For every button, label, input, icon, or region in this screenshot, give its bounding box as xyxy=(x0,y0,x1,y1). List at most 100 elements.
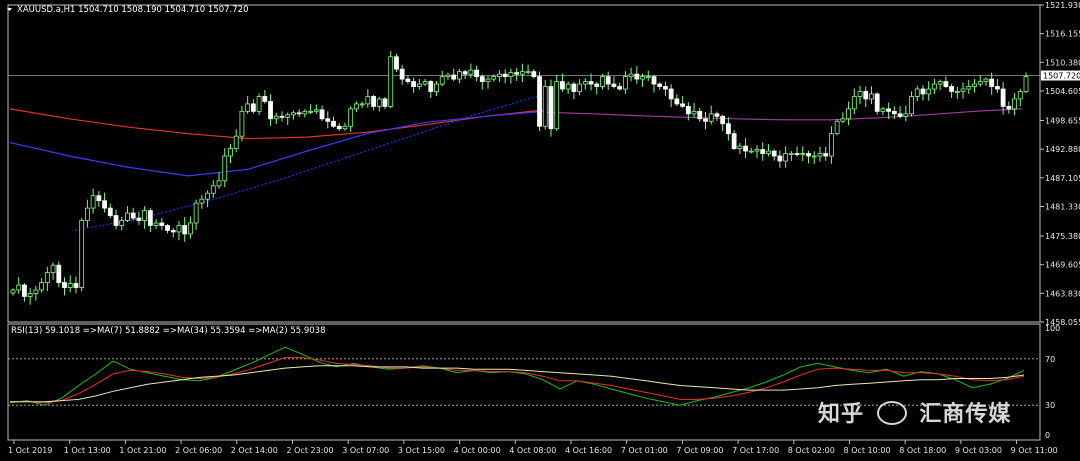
symbol-header: XAUUSD.a,H1 1504.710 1508.190 1504.710 1… xyxy=(17,5,248,15)
candle xyxy=(474,65,479,82)
candle xyxy=(56,261,62,288)
candle xyxy=(434,81,439,96)
x-tick-label: 1 Oct 13:00 xyxy=(64,446,111,455)
candle xyxy=(537,71,542,132)
y-tick-label: 1487.105 xyxy=(1045,174,1080,183)
candle xyxy=(205,190,210,208)
candle xyxy=(497,70,502,82)
chart-frame xyxy=(7,4,1041,441)
candle xyxy=(617,82,623,91)
candle xyxy=(382,96,388,110)
x-tick-label: 4 Oct 00:00 xyxy=(454,446,501,455)
candle xyxy=(182,217,188,242)
candle xyxy=(130,207,136,221)
candle xyxy=(519,63,525,83)
candle xyxy=(479,74,485,90)
y-tick-label: 1504.605 xyxy=(1045,87,1080,96)
candle xyxy=(743,138,748,159)
candle xyxy=(159,218,165,230)
candle xyxy=(233,129,239,153)
candle xyxy=(113,209,119,230)
candle xyxy=(457,68,462,84)
candle xyxy=(445,72,451,81)
headers: XAUUSD.a,H1 1504.710 1508.190 1504.710 1… xyxy=(7,5,325,336)
chart-svg: 1521.930 1516.155 1510.380 1504.605 1498.655… xyxy=(7,1,1080,455)
candle xyxy=(651,74,657,93)
candle xyxy=(388,51,394,109)
candle xyxy=(571,82,577,100)
candle xyxy=(411,77,417,93)
x-tick-label: 7 Oct 01:00 xyxy=(621,446,668,455)
watermark-left: 知乎 xyxy=(818,402,865,427)
watermark-right: 汇商传媒 xyxy=(919,402,1012,427)
candle xyxy=(605,71,611,90)
candle xyxy=(405,75,411,85)
candle xyxy=(851,88,857,114)
candle xyxy=(371,94,376,111)
candle xyxy=(823,146,829,161)
candle xyxy=(869,86,874,105)
candle xyxy=(663,81,668,96)
candle xyxy=(960,82,966,99)
wechat-icon xyxy=(876,401,907,425)
candle xyxy=(874,92,880,115)
candle xyxy=(897,106,903,119)
candle xyxy=(222,148,228,188)
candle xyxy=(525,64,531,75)
y-tick-label: 1492.880 xyxy=(1045,145,1080,154)
candle xyxy=(657,82,663,90)
x-tick-label: 3 Oct 07:00 xyxy=(342,446,389,455)
candle xyxy=(954,86,960,99)
x-tick-label: 1 Oct 2019 xyxy=(8,446,52,455)
candle xyxy=(44,266,50,291)
candle xyxy=(668,84,674,108)
candle xyxy=(840,112,846,124)
candle xyxy=(502,69,508,84)
candle xyxy=(268,94,273,126)
candle xyxy=(777,150,783,168)
candle xyxy=(725,117,731,141)
candle xyxy=(188,216,193,239)
candle xyxy=(754,145,760,159)
candle xyxy=(914,85,920,102)
candle xyxy=(800,146,806,162)
candle xyxy=(73,276,79,294)
candle xyxy=(39,277,45,293)
candle xyxy=(210,180,216,198)
candle xyxy=(107,203,113,218)
candle xyxy=(771,149,777,161)
rsi-tick-label: 30 xyxy=(1045,401,1055,410)
candle xyxy=(829,126,834,164)
candle xyxy=(359,101,365,109)
candle xyxy=(250,99,256,114)
candle xyxy=(554,74,560,131)
candle xyxy=(325,111,331,129)
candle xyxy=(748,147,754,154)
ma-line xyxy=(9,108,546,140)
candle xyxy=(788,151,794,162)
candle xyxy=(136,211,142,225)
x-tick-label: 8 Oct 18:00 xyxy=(899,446,946,455)
candle xyxy=(737,143,743,155)
candle xyxy=(577,79,582,96)
candle xyxy=(376,96,382,112)
candle xyxy=(806,150,811,164)
candle xyxy=(147,208,153,232)
candle xyxy=(1012,93,1017,116)
y-tick-label: 1481.330 xyxy=(1045,202,1080,211)
price-axis: 1521.930 1516.155 1510.380 1504.605 1498.655… xyxy=(8,1,1080,327)
x-tick-label: 9 Oct 11:00 xyxy=(1011,446,1058,455)
candle xyxy=(67,275,73,293)
candle xyxy=(966,79,972,94)
candle xyxy=(273,112,279,125)
candle xyxy=(291,110,296,120)
candle xyxy=(79,217,85,292)
candle xyxy=(62,277,67,296)
candle xyxy=(262,90,268,104)
candle xyxy=(302,109,308,118)
candle xyxy=(394,53,399,72)
candle xyxy=(926,81,932,101)
candle xyxy=(125,206,130,223)
candle xyxy=(1017,88,1023,107)
candle xyxy=(468,63,474,79)
